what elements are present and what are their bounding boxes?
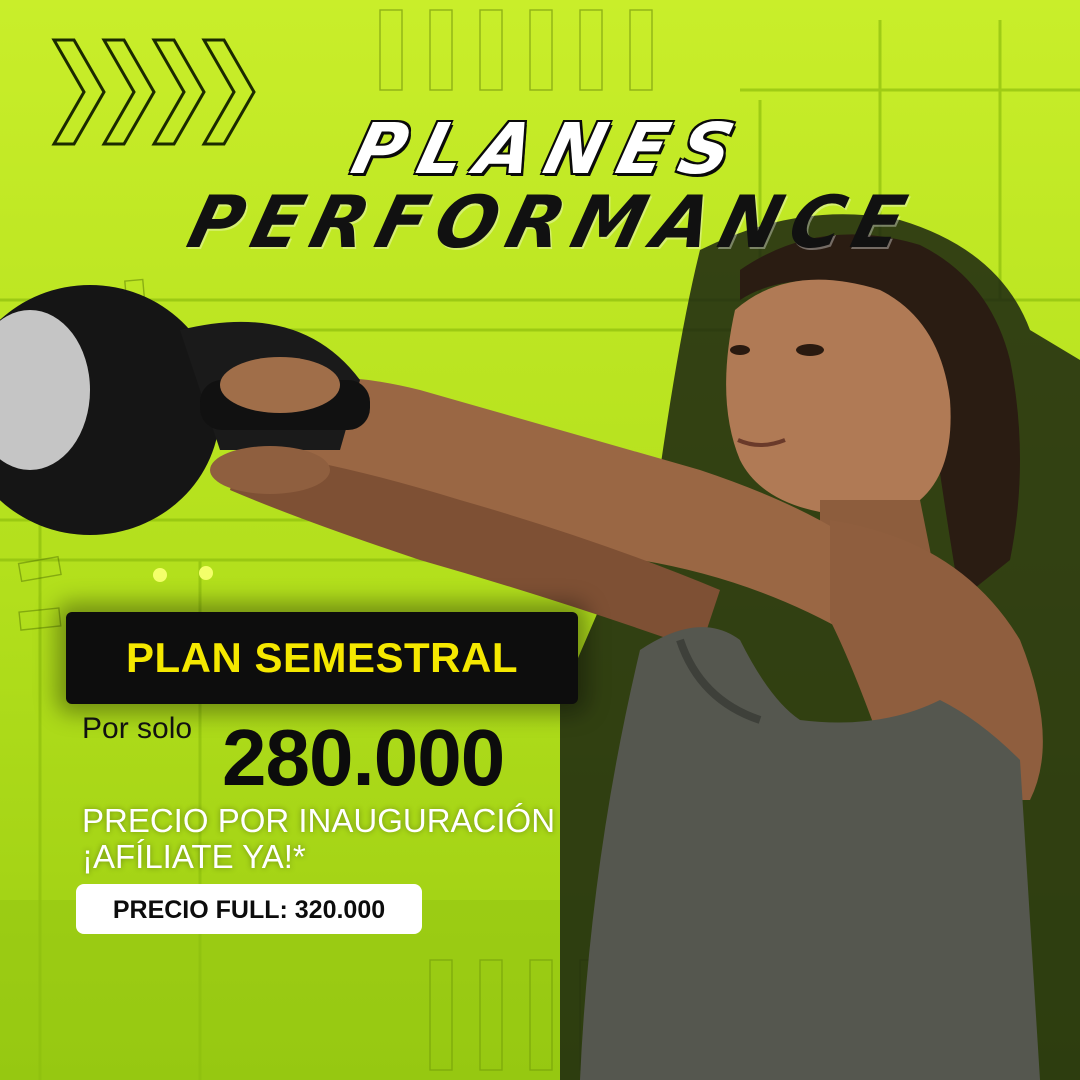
plan-name: PLAN SEMESTRAL <box>125 634 518 681</box>
full-price-badge: PRECIO FULL: 320.000 <box>76 884 422 934</box>
title-planes: PLANES <box>344 108 756 190</box>
promo-line-1: PRECIO POR INAUGURACIÓN <box>82 802 556 839</box>
promo-line-2: ¡AFÍLIATE YA!* <box>82 838 306 875</box>
title-performance: PERFORMANCE <box>180 180 924 264</box>
promo-poster: PLANES PERFORMANCE PLAN SEMESTRAL Por so… <box>0 0 1080 1080</box>
price-prefix: Por solo <box>82 712 193 745</box>
plan-badge: PLAN SEMESTRAL <box>66 612 578 704</box>
full-price-label: PRECIO FULL: 320.000 <box>112 896 386 924</box>
price-value: 280.000 <box>222 713 505 802</box>
